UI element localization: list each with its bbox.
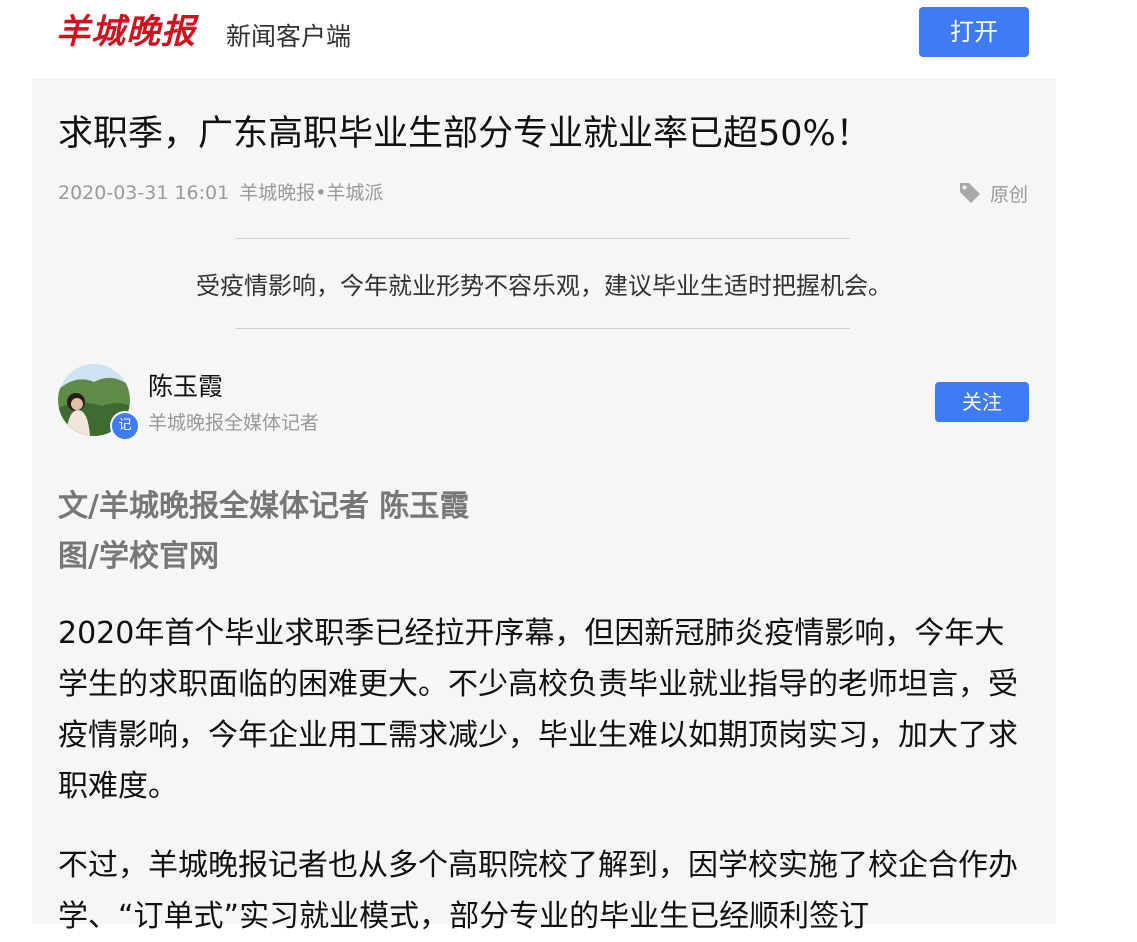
article-card: 求职季，广东高职毕业生部分专业就业率已超50%！ 2020-03-31 16:0… xyxy=(32,78,1056,934)
summary-divider-bottom xyxy=(236,328,850,329)
open-app-button[interactable]: 打开 xyxy=(919,7,1029,57)
article-meta: 2020-03-31 16:01 羊城晚报•羊城派 xyxy=(58,180,383,206)
logo[interactable]: 羊城晚报 xyxy=(56,4,212,60)
reporter-badge: 记 xyxy=(110,411,140,441)
article-summary: 受疫情影响，今年就业形势不容乐观，建议毕业生适时把握机会。 xyxy=(196,272,892,300)
byline-text-credit: 文/羊城晚报全媒体记者 陈玉霞 xyxy=(58,489,470,524)
article-paragraph: 2020年首个毕业求职季已经拉开序幕，但因新冠肺炎疫情影响，今年大学生的求职面临… xyxy=(58,616,1018,804)
follow-button[interactable]: 关注 xyxy=(935,382,1029,422)
article-paragraph: 不过，羊城晚报记者也从多个高职院校了解到，因学校实施了校企合作办学、“订单式”实… xyxy=(58,848,1018,934)
byline: 文/羊城晚报全媒体记者 陈玉霞 图/学校官网 xyxy=(58,482,469,582)
summary-divider-top xyxy=(236,238,850,239)
app-header: 羊城晚报 新闻客户端 打开 xyxy=(0,0,1137,78)
author-role: 羊城晚报全媒体记者 xyxy=(148,412,320,434)
source-label[interactable]: 羊城晚报•羊城派 xyxy=(239,182,383,204)
tag-icon xyxy=(958,180,982,211)
author-name[interactable]: 陈玉霞 xyxy=(148,370,223,404)
page: 羊城晚报 新闻客户端 打开 求职季，广东高职毕业生部分专业就业率已超50%！ 2… xyxy=(0,0,1137,934)
tag-label: 原创 xyxy=(989,184,1028,206)
byline-photo-credit: 图/学校官网 xyxy=(58,539,219,574)
publish-date: 2020-03-31 16:01 xyxy=(58,182,230,204)
app-label: 新闻客户端 xyxy=(226,22,352,51)
article-title: 求职季，广东高职毕业生部分专业就业率已超50%！ xyxy=(58,114,871,154)
original-tag: 原创 xyxy=(958,180,1028,211)
